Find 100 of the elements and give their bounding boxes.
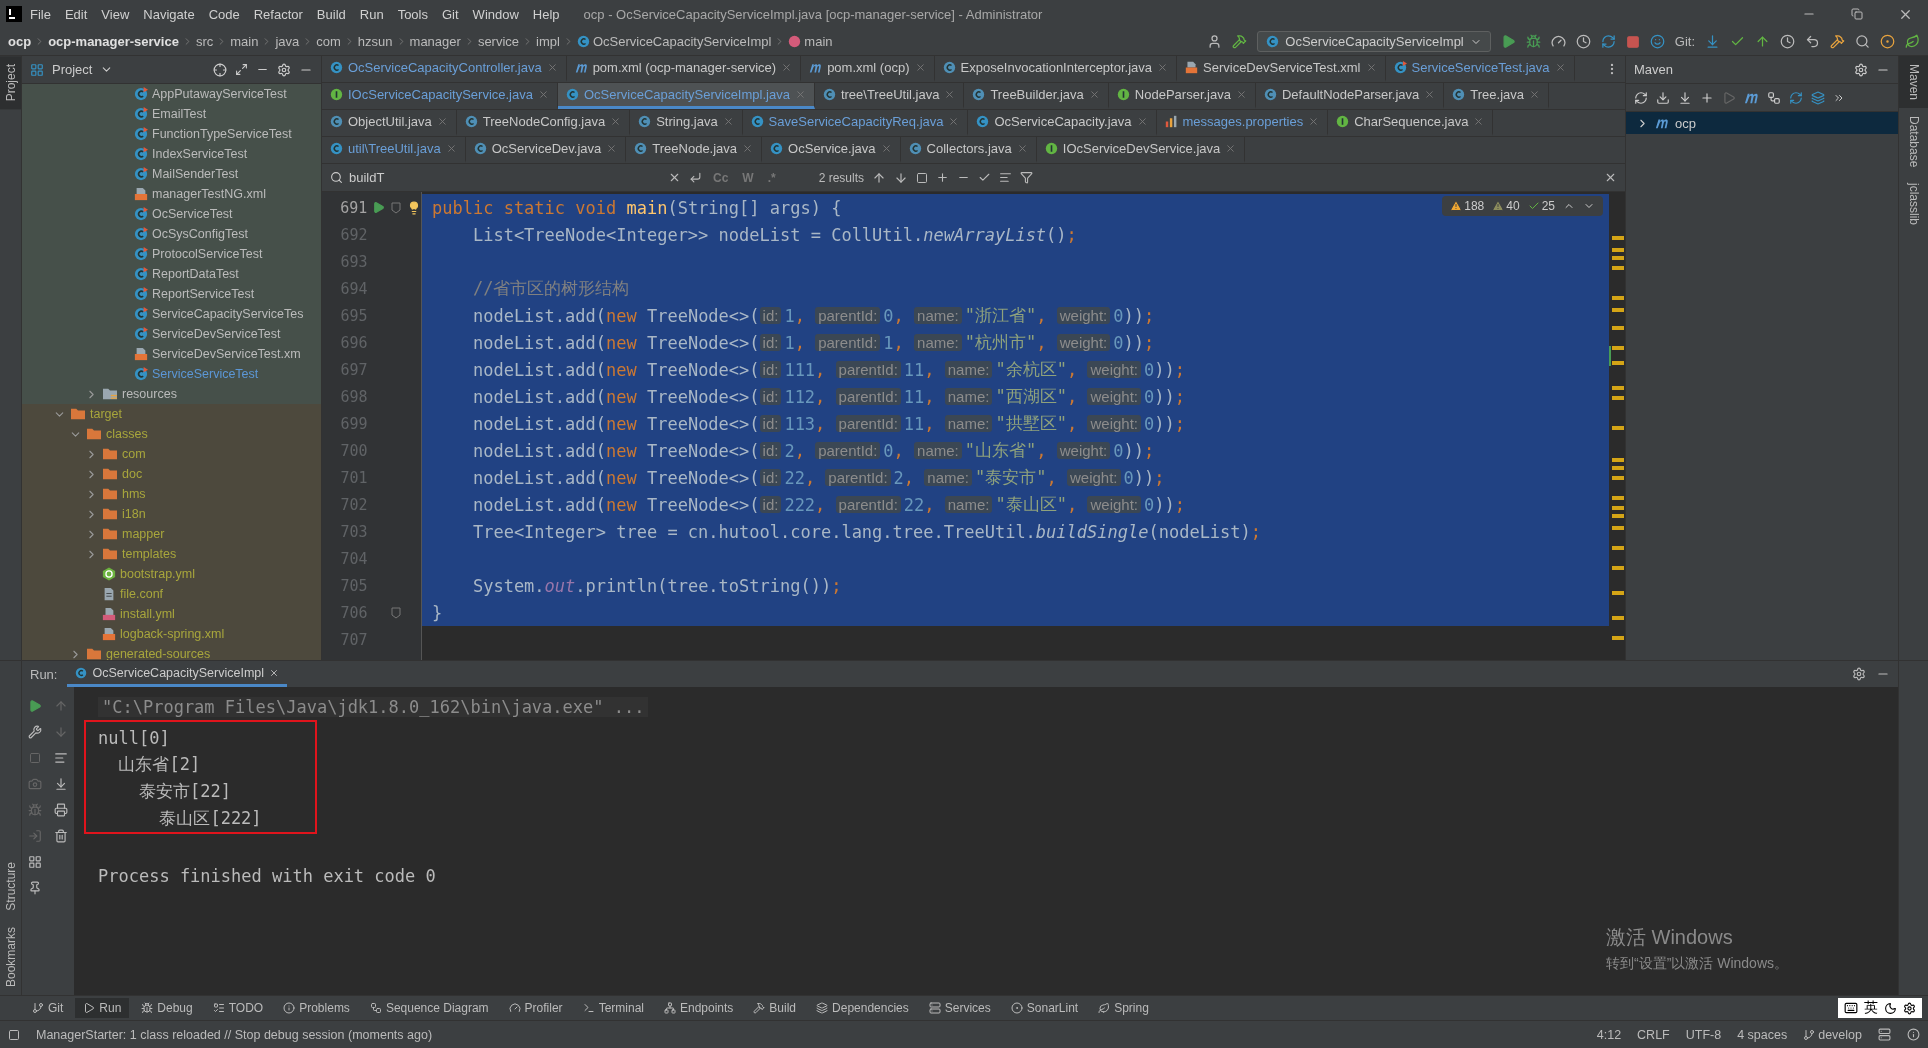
tree-item[interactable]: managerTestNG.xml [152,187,266,201]
run-configuration-dropdown[interactable]: OcServiceCapacityServiceImpl [1257,31,1491,52]
tree-item[interactable]: templates [122,547,177,561]
editor-tab[interactable]: String.java [630,110,743,136]
breadcrumb[interactable]: java [275,34,300,49]
editor-tab[interactable]: OcServiceCapacityController.java [322,56,567,82]
editor-tab[interactable]: OcServiceCapacityServiceImpl.java [557,83,815,109]
menu-item[interactable]: File [24,4,57,24]
breadcrumb[interactable]: OcServiceCapacityServiceImpl [576,34,772,49]
tree-item[interactable]: MailSenderTest [152,167,239,181]
update-icon[interactable] [1705,34,1720,49]
tool-window-button[interactable]: Build [745,998,805,1018]
breadcrumb[interactable]: hzsun [357,34,393,49]
tree-item[interactable]: file.conf [120,587,164,601]
tree-item[interactable]: logback-spring.xml [120,627,225,641]
editor-tab[interactable]: Tree.java [1444,83,1549,109]
editor-tab[interactable]: messages.properties [1156,110,1329,136]
menu-item[interactable]: Window [466,4,525,24]
tool-window-button[interactable]: Terminal [574,998,652,1018]
tool-window-button[interactable]: TODO [204,998,272,1018]
editor-tab[interactable]: IOcServiceCapacityService.java [322,83,558,109]
tool-window-button[interactable]: SonarLint [1002,998,1087,1018]
layout-icon[interactable] [8,1028,20,1041]
run-icon[interactable] [1722,90,1736,105]
tree-item[interactable]: OcSysConfigTest [152,227,248,241]
stop-icon[interactable] [1625,34,1640,49]
breadcrumb[interactable]: main [788,34,833,49]
editor-tab[interactable]: IOcServiceDevService.java [1036,137,1246,163]
settings-icon[interactable] [1852,667,1866,681]
tree-item[interactable]: i18n [122,507,146,521]
tool-window-button[interactable]: Problems [275,998,358,1018]
run-icon[interactable] [1500,34,1516,49]
soft-wrap-icon[interactable] [54,751,68,765]
tool-window-tab[interactable]: Database [1899,108,1928,176]
breadcrumb[interactable]: src [195,34,214,49]
wrench-icon[interactable] [28,725,42,739]
breadcrumb[interactable]: ocp-manager-service [48,34,179,49]
stop-icon[interactable] [29,752,41,764]
run-tab[interactable]: OcServiceCapacityServiceImpl [67,661,288,687]
editor-tab[interactable]: NodeParser.java [1108,83,1256,109]
menu-item[interactable]: Code [202,4,246,24]
tool-window-tab[interactable]: Project [0,56,21,110]
menu-item[interactable]: View [95,4,136,24]
fold-marker-icon[interactable] [391,201,402,214]
tree-item[interactable]: install.yml [120,607,175,621]
panel-title[interactable]: Project [52,62,93,77]
tool-window-button[interactable]: Services [920,998,999,1018]
close-icon[interactable] [269,667,280,678]
tool-window-button[interactable]: Endpoints [656,998,742,1018]
tool-window-button[interactable]: Sequence Diagram [361,998,497,1018]
add-icon[interactable] [1700,90,1714,105]
tree-item[interactable]: resources [122,387,177,401]
print-icon[interactable] [54,803,68,817]
pin-icon[interactable] [28,881,42,895]
breadcrumb[interactable]: impl [536,34,560,49]
down-icon[interactable] [54,725,68,739]
select-occurrences-icon[interactable] [978,171,992,184]
rollback-icon[interactable] [1805,34,1820,49]
tree-item[interactable]: ServiceDevServiceTest [152,327,281,341]
editor-tab[interactable]: TreeBuilder.java [964,83,1109,109]
tree-item[interactable]: ProtocolServiceTest [152,247,263,261]
tree-item[interactable]: ReportDataTest [152,267,239,281]
import-icon[interactable] [1678,90,1692,105]
tree-item[interactable]: FunctionTypeServiceTest [152,127,292,141]
reload-icon[interactable] [1634,90,1648,105]
tool-window-button[interactable]: Run [75,998,130,1018]
run-icon[interactable] [371,201,385,214]
lightbulb-icon[interactable] [407,200,421,215]
tree-item[interactable]: hms [122,487,146,501]
tool-window-tab[interactable]: Structure [0,854,21,919]
tree-item[interactable]: doc [122,467,143,481]
tree-item[interactable]: classes [106,427,148,441]
editor-tab[interactable]: OcServiceDev.java [465,137,627,163]
clear-icon[interactable] [54,829,68,843]
tree-item[interactable]: com [122,447,146,461]
select-all-icon[interactable] [916,171,929,184]
tree-item[interactable]: AppPutawayServiceTest [152,87,287,101]
tree-item[interactable]: EmailTest [152,107,207,121]
tool-window-button[interactable]: Debug [133,998,201,1018]
tool-window-button[interactable]: Spring [1090,998,1157,1018]
plugin-icon[interactable] [1905,34,1920,49]
menu-item[interactable]: Run [353,4,390,24]
close-icon[interactable] [1604,171,1617,184]
debug-icon[interactable] [28,803,42,817]
tree-item[interactable]: mapper [122,527,165,541]
ime-toolbar[interactable]: 英 [1838,998,1922,1018]
status-item[interactable]: 4:12 [1596,1027,1622,1042]
push-icon[interactable] [1755,34,1770,49]
tool-window-tab[interactable]: Bookmarks [0,918,21,995]
filter-icon[interactable] [1020,171,1034,184]
tool-window-button[interactable]: Dependencies [808,998,917,1018]
tool-window-tab[interactable]: jclasslib [1899,175,1928,234]
menu-item[interactable]: Help [526,4,566,24]
breadcrumb[interactable]: main [230,34,259,49]
previous-icon[interactable] [872,170,887,185]
editor-tab[interactable]: pom.xml (ocp) [801,56,935,82]
scroll-to-end-icon[interactable] [54,777,68,791]
tree-item[interactable]: target [90,407,122,421]
editor-tab[interactable]: TreeNodeConfig.java [456,110,631,136]
breadcrumb[interactable]: ocp [8,34,32,49]
